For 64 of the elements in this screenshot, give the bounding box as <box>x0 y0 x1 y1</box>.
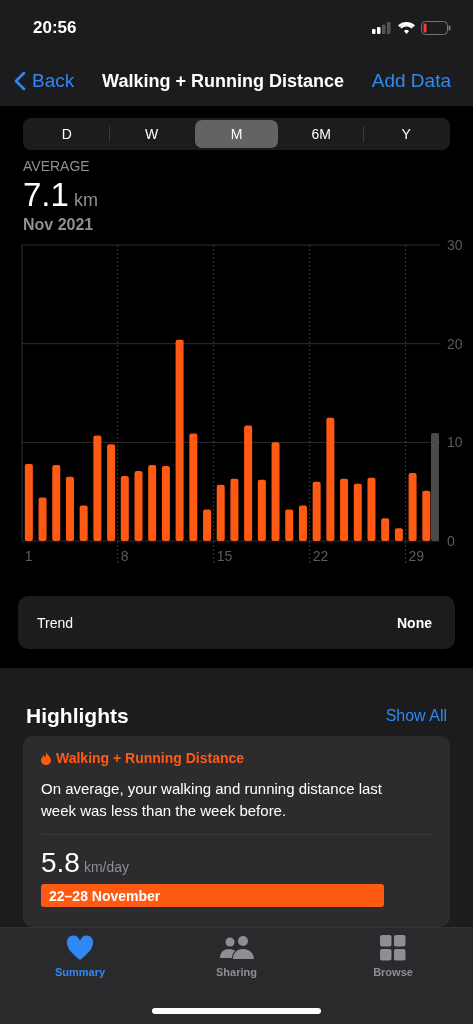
axis-label: 10 <box>447 434 463 451</box>
axis-label: 8 <box>120 548 129 564</box>
axis-label: 15 <box>216 548 233 564</box>
tab-bar-item[interactable]: Browse <box>338 934 448 979</box>
highlight-category: Walking + Running Distance <box>56 750 245 766</box>
show-all-link[interactable]: Show All <box>385 707 447 725</box>
bar <box>422 490 431 541</box>
heart-icon <box>66 935 94 961</box>
bar <box>394 528 403 541</box>
section-title: Highlights <box>26 704 129 728</box>
add-data-link[interactable]: Add Data <box>371 70 451 92</box>
trend-row[interactable]: Trend None <box>18 596 455 649</box>
bar <box>298 505 307 541</box>
bar <box>216 484 225 541</box>
trend-label: Trend <box>37 614 74 631</box>
bar <box>79 505 88 541</box>
highlight-text: On average, your walking and running distance last week was less than the week before. <box>41 779 384 821</box>
range-tab[interactable]: W <box>109 120 194 148</box>
axis-label: 20 <box>447 335 463 352</box>
range-tab[interactable]: M <box>194 120 279 148</box>
bar <box>367 477 376 541</box>
average-unit: km <box>73 190 98 211</box>
highlight-value: 5.8 <box>41 847 80 879</box>
range-tab[interactable]: 6M <box>279 120 364 148</box>
screen-title: Walking + Running Distance <box>102 70 344 92</box>
range-tab[interactable]: D <box>25 120 109 148</box>
bar <box>230 478 239 541</box>
bar <box>285 509 294 541</box>
wifi-icon <box>398 22 415 34</box>
highlight-card[interactable]: Walking + Running Distance On average, your walking and running distance last week was less than the week before. 5.8 km/day 22–28 November <box>23 736 450 927</box>
bar <box>120 475 129 541</box>
battery-icon <box>421 21 451 35</box>
axis-label: 0 <box>447 533 455 549</box>
bar <box>203 509 211 541</box>
bar <box>65 476 74 541</box>
axis-label: 22 <box>312 548 329 564</box>
chevron-left-icon <box>14 71 26 91</box>
bar <box>257 479 266 541</box>
signal-icon <box>372 22 392 34</box>
period-label: Nov 2021 <box>23 216 95 234</box>
bar <box>381 518 390 541</box>
tab-bar-item[interactable]: Summary <box>25 934 135 979</box>
people-icon <box>218 935 255 961</box>
highlight-unit: km/day <box>83 859 130 875</box>
trend-value: None <box>397 614 432 631</box>
range-tab[interactable]: Y <box>364 120 448 148</box>
average-value: 7.1 <box>23 176 69 214</box>
back-label: Back <box>32 70 75 92</box>
bar <box>134 470 143 541</box>
axis-label: 1 <box>24 548 33 564</box>
back-link[interactable]: Back <box>14 70 75 92</box>
axis-label: 29 <box>408 548 425 564</box>
bar <box>38 497 47 541</box>
bar <box>408 472 417 541</box>
flame-icon <box>41 751 51 765</box>
summary-label: AVERAGE <box>23 158 91 174</box>
axis-label: 30 <box>447 238 463 253</box>
bar <box>340 478 349 541</box>
tab-bar-item[interactable]: Sharing <box>181 934 292 979</box>
bar <box>312 481 321 541</box>
week-range-bar: 22–28 November <box>41 884 384 907</box>
bar <box>353 483 362 541</box>
status-time: 20:56 <box>33 18 77 38</box>
grid-icon <box>380 935 406 961</box>
